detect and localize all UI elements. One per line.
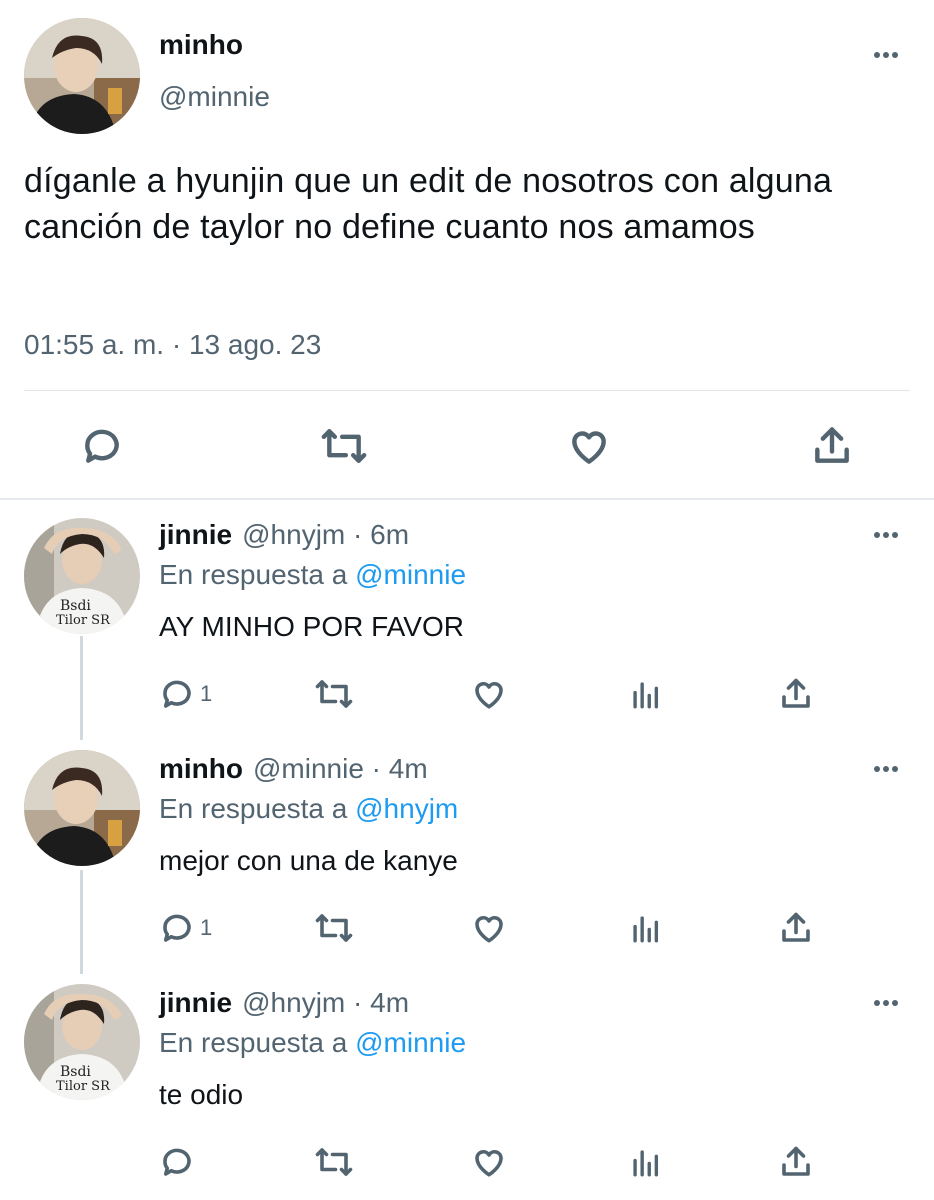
reply-text: mejor con una de kanye	[159, 845, 458, 876]
reply-handle-time[interactable]: @minnie · 4m	[253, 753, 428, 784]
main-more-options-icon[interactable]	[874, 52, 902, 62]
share-icon[interactable]	[778, 910, 814, 946]
like-icon[interactable]	[470, 910, 508, 946]
reply-context: En respuesta a @minnie	[159, 558, 466, 592]
share-icon[interactable]	[810, 424, 854, 468]
reply-author-name[interactable]: jinnie	[159, 987, 232, 1018]
svg-text:Tilor SR: Tilor SR	[56, 1079, 111, 1094]
reply-icon[interactable]	[159, 1144, 195, 1180]
reply-more-options-icon[interactable]	[874, 1000, 902, 1010]
retweet-icon[interactable]	[320, 424, 368, 468]
reply-text: AY MINHO POR FAVOR	[159, 611, 464, 642]
main-tweet-text: díganle a hyunjin que un edit de nosotro…	[24, 162, 833, 246]
reply-context: En respuesta a @minnie	[159, 1026, 466, 1060]
reply-author-name[interactable]: minho	[159, 753, 243, 784]
analytics-icon[interactable]	[628, 676, 662, 712]
reply-to-mention[interactable]: @minnie	[355, 559, 466, 590]
retweet-icon[interactable]	[314, 676, 354, 712]
reply-more-options-icon[interactable]	[874, 532, 902, 542]
reply-to-mention[interactable]: @minnie	[355, 1027, 466, 1058]
svg-text:Bsdi: Bsdi	[60, 598, 91, 614]
reply-to-prefix: En respuesta a	[159, 793, 348, 824]
share-icon[interactable]	[778, 1144, 814, 1180]
reply-icon[interactable]	[159, 910, 195, 946]
reply-handle-time[interactable]: @hnyjm · 6m	[242, 519, 409, 550]
reply-avatar[interactable]: Bsdi Tilor SR	[24, 518, 140, 634]
section-divider	[0, 498, 934, 500]
svg-text:Bsdi: Bsdi	[60, 1064, 91, 1080]
analytics-icon[interactable]	[628, 1144, 662, 1180]
reply-icon[interactable]	[159, 676, 195, 712]
reply-avatar[interactable]	[24, 750, 140, 866]
like-icon[interactable]	[566, 424, 612, 468]
share-icon[interactable]	[778, 676, 814, 712]
svg-text:Tilor SR: Tilor SR	[56, 613, 111, 628]
reply-count: 1	[200, 915, 213, 940]
main-author-handle[interactable]: @minnie	[159, 80, 270, 114]
reply-context: En respuesta a @hnyjm	[159, 792, 458, 826]
reply-avatar[interactable]: Bsdi Tilor SR	[24, 984, 140, 1100]
retweet-icon[interactable]	[314, 910, 354, 946]
reply-more-options-icon[interactable]	[874, 766, 902, 776]
reply-handle-time[interactable]: @hnyjm · 4m	[242, 987, 409, 1018]
thread-line	[80, 636, 83, 740]
analytics-icon[interactable]	[628, 910, 662, 946]
reply-count: 1	[200, 681, 213, 706]
divider	[24, 390, 910, 391]
reply-author-name[interactable]: jinnie	[159, 519, 232, 550]
like-icon[interactable]	[470, 676, 508, 712]
reply-to-mention[interactable]: @hnyjm	[355, 793, 458, 824]
reply-text: te odio	[159, 1079, 244, 1110]
main-tweet-timestamp[interactable]: 01:55 a. m. · 13 ago. 23	[24, 328, 321, 362]
reply-icon[interactable]	[80, 424, 124, 468]
main-author-name[interactable]: minho	[159, 28, 243, 62]
reply-to-prefix: En respuesta a	[159, 1027, 348, 1058]
main-author-avatar[interactable]	[24, 18, 140, 134]
like-icon[interactable]	[470, 1144, 508, 1180]
reply-to-prefix: En respuesta a	[159, 559, 348, 590]
retweet-icon[interactable]	[314, 1144, 354, 1180]
thread-line	[80, 870, 83, 974]
